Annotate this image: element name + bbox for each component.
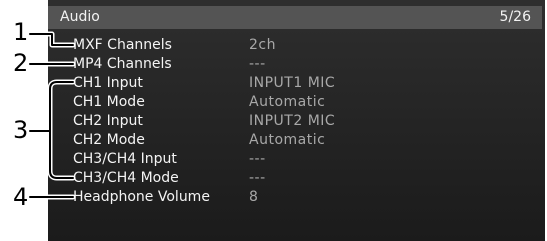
callout-number-3: 3 — [13, 116, 29, 144]
callout-number-2: 2 — [13, 49, 29, 77]
callout-number-1: 1 — [13, 18, 29, 46]
manual-figure: Audio 5/26 MXF Channels 2ch MP4 Channels… — [0, 0, 547, 241]
callout-number-4: 4 — [13, 183, 29, 211]
callout-leader-lines — [27, 31, 76, 200]
